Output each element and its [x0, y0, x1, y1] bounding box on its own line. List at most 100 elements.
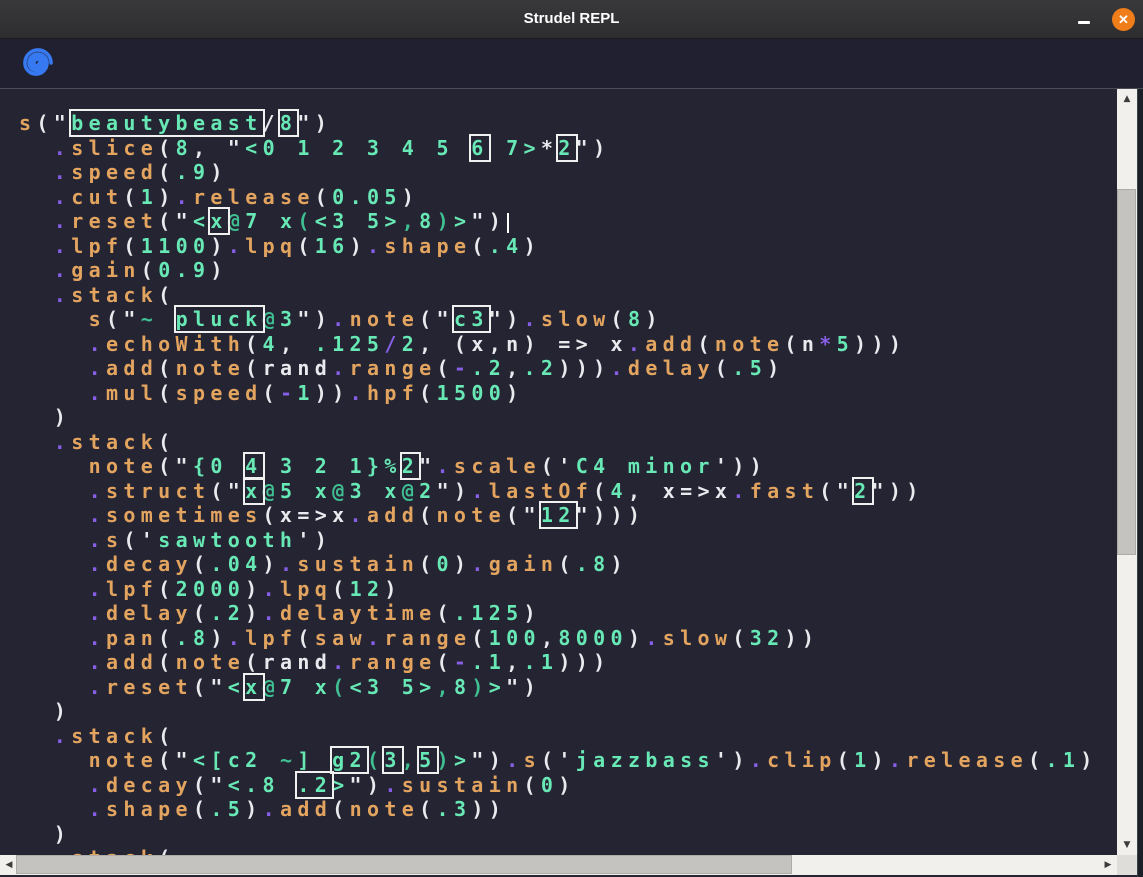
code-token: @ [228, 209, 245, 233]
code-token [19, 675, 89, 699]
code-token: > [454, 748, 471, 772]
code-token: <0 1 2 3 4 5 [245, 136, 471, 160]
scroll-up-icon[interactable]: ▲ [1117, 91, 1137, 107]
highlighted-token: g2 [332, 748, 367, 772]
highlighted-token: 8 [280, 111, 297, 135]
code-token [19, 185, 54, 209]
code-line: .speed(.9) [19, 160, 1098, 185]
code-token: .8 [576, 552, 611, 576]
code-token: . [471, 552, 488, 576]
code-token: . [384, 773, 401, 797]
code-token: (' [541, 748, 576, 772]
code-token: < [228, 675, 245, 699]
code-token: ( [158, 724, 175, 748]
code-token: sometimes [106, 503, 263, 527]
code-token: ( [732, 626, 749, 650]
code-token: add [106, 356, 158, 380]
code-token: lastOf [489, 479, 593, 503]
code-token: ')) [715, 454, 767, 478]
code-token: stack [71, 283, 158, 307]
code-token [19, 552, 89, 576]
code-token: ) [628, 626, 645, 650]
code-token: 8 [176, 136, 193, 160]
titlebar[interactable]: Strudel REPL ✕ [0, 0, 1143, 39]
code-token: 3 [280, 307, 297, 331]
code-token: . [645, 626, 662, 650]
code-token: 7 [245, 209, 280, 233]
horizontal-scrollbar[interactable]: ◀ ▶ [0, 855, 1117, 875]
code-token: C4 minor [576, 454, 715, 478]
code-token: . [89, 503, 106, 527]
code-token: reset [106, 675, 193, 699]
code-token [19, 356, 89, 380]
code-token: reset [71, 209, 158, 233]
code-token: ( [193, 797, 210, 821]
code-token [19, 577, 89, 601]
code-token: ~ [280, 748, 297, 772]
code-token: * [541, 136, 558, 160]
code-token: ( [123, 185, 140, 209]
code-token: ( [437, 356, 454, 380]
code-token: x [384, 479, 401, 503]
code-token: . [54, 283, 71, 307]
code-token: / [384, 332, 401, 356]
code-token: ") [437, 479, 472, 503]
code-token: )) [785, 626, 820, 650]
code-token: sustain [402, 773, 524, 797]
code-token: 3 2 1} [263, 454, 385, 478]
code-token: ( [315, 185, 332, 209]
code-token: 0.9 [158, 258, 210, 282]
code-token: . [89, 650, 106, 674]
code-token: ) [471, 675, 488, 699]
code-token: ( [611, 307, 628, 331]
code-token: ) [402, 185, 419, 209]
code-token: range [384, 626, 471, 650]
code-token: , [419, 332, 454, 356]
code-token: . [367, 234, 384, 258]
code-token [19, 430, 54, 454]
code-token: .2 [524, 356, 559, 380]
code-token: add [645, 332, 697, 356]
close-button[interactable]: ✕ [1112, 8, 1135, 31]
code-token: 1100 [141, 234, 211, 258]
code-token: , [437, 675, 454, 699]
code-token: s [524, 748, 541, 772]
vertical-scrollbar-thumb[interactable] [1117, 189, 1136, 555]
strudel-logo-icon[interactable] [19, 44, 57, 82]
code-token: c2 [228, 748, 280, 772]
code-token [19, 307, 89, 331]
highlighted-token: 3 [384, 748, 401, 772]
code-token: sawtooth [158, 528, 297, 552]
code-line: .cut(1).release(0.05) [19, 185, 1098, 210]
code-token: ") [489, 307, 524, 331]
code-token: <3 5> [350, 675, 437, 699]
code-token: 4 [263, 332, 280, 356]
code-token: , [541, 626, 558, 650]
code-token: (" [210, 479, 245, 503]
code-token: .04 [210, 552, 262, 576]
scroll-right-icon[interactable]: ▶ [1100, 855, 1116, 875]
code-token: scale [454, 454, 541, 478]
code-line: note("<[c2 ~] g2(3,5)>").s('jazzbass').c… [19, 748, 1098, 773]
code-token: ) [523, 601, 540, 625]
code-token: x [280, 209, 297, 233]
vertical-scrollbar[interactable]: ▲ ▼ [1117, 89, 1137, 855]
horizontal-scrollbar-thumb[interactable] [16, 855, 792, 874]
code-token: ( [158, 577, 175, 601]
code-token [19, 528, 89, 552]
code-token: ( [523, 773, 540, 797]
code-token: ( [837, 748, 854, 772]
code-token: ( [158, 626, 175, 650]
code-token: . [89, 626, 106, 650]
code-line: s("beautybeast/8") [19, 111, 1098, 136]
minimize-button[interactable] [1069, 0, 1099, 38]
code-token: > [489, 675, 506, 699]
highlighted-token: 4 [245, 454, 262, 478]
code-token: ) [558, 773, 575, 797]
code-editor[interactable]: s("beautybeast/8") .slice(8, "<0 1 2 3 4… [0, 89, 1117, 855]
scroll-left-icon[interactable]: ◀ [1, 855, 17, 875]
code-token: ( [158, 283, 175, 307]
code-token: ")) [872, 479, 924, 503]
scroll-down-icon[interactable]: ▼ [1117, 837, 1137, 853]
code-token: x [315, 675, 332, 699]
